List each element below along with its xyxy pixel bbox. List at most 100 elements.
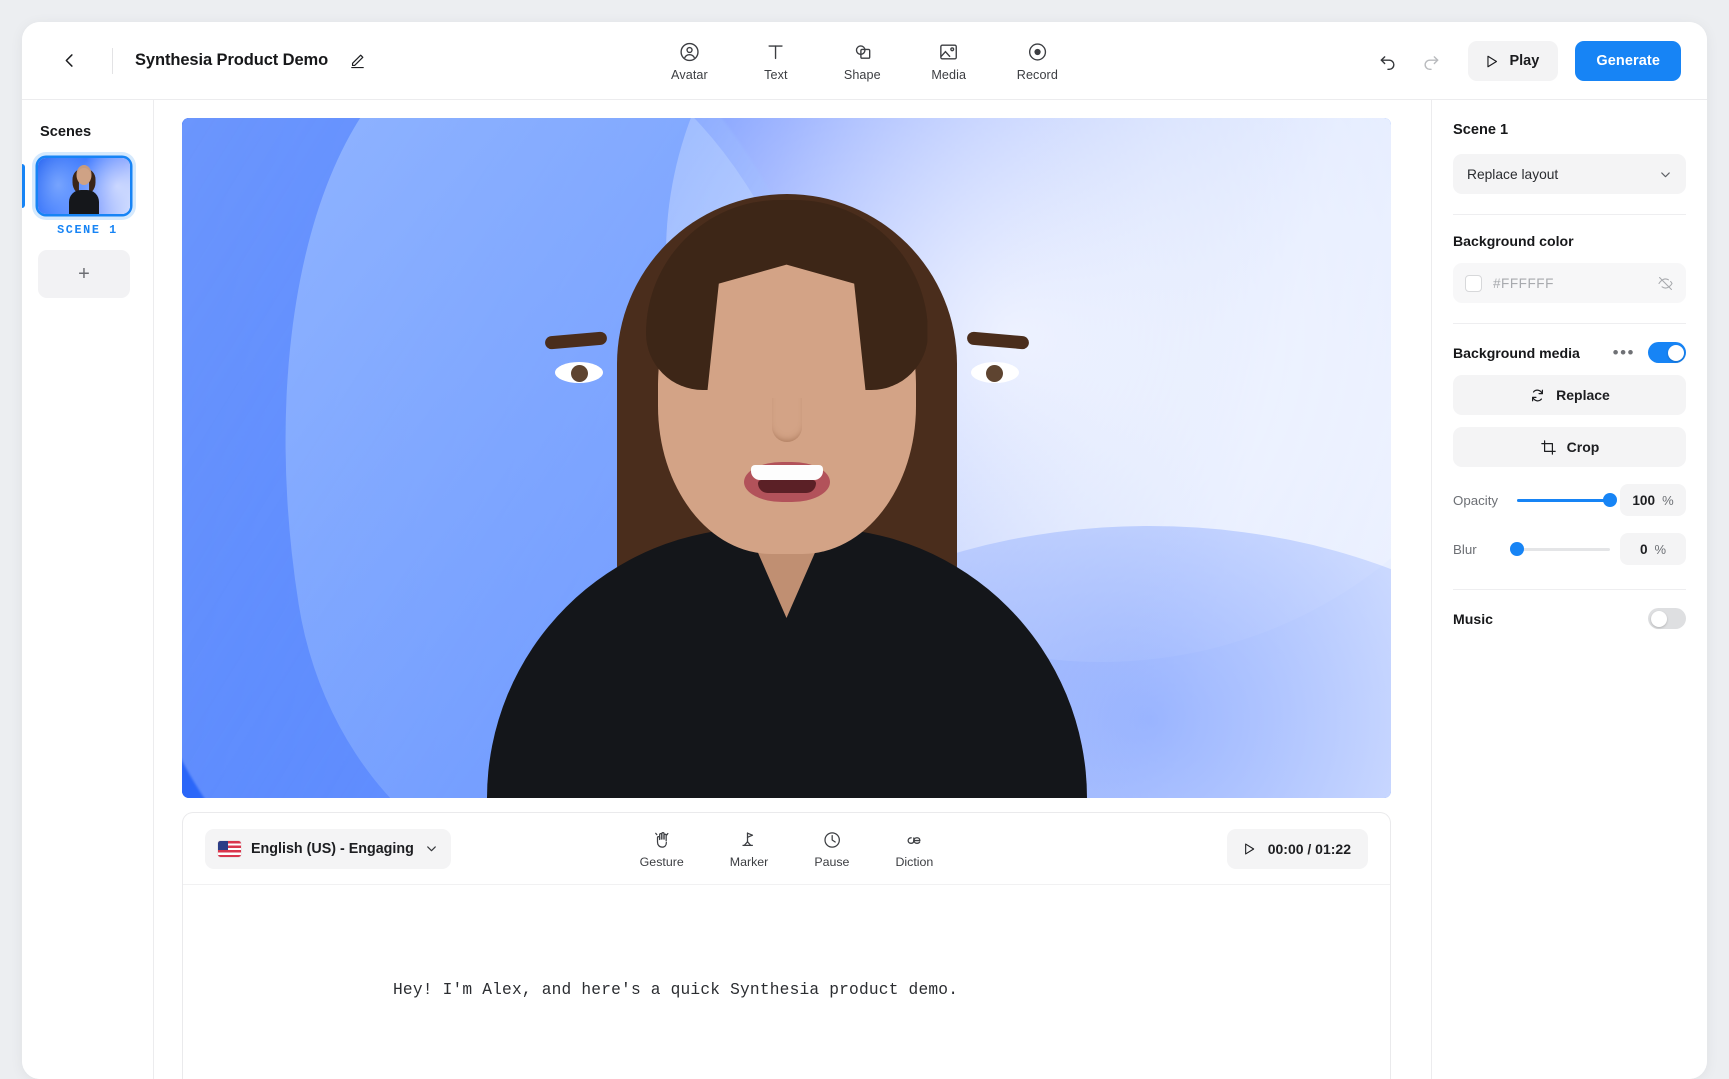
top-toolbar-left: Synthesia Product Demo (22, 44, 372, 78)
script-tool-pause-label: Pause (814, 855, 849, 869)
pencil-icon (349, 52, 366, 69)
background-media-label: Background media (1453, 345, 1613, 361)
chevron-down-icon (424, 841, 439, 856)
media-icon (938, 40, 960, 63)
undo-button[interactable] (1370, 43, 1406, 79)
script-tool-gesture-label: Gesture (640, 855, 684, 869)
gesture-hand-icon (652, 829, 672, 851)
opacity-label: Opacity (1453, 493, 1507, 508)
script-paragraph-1: Hey! I'm Alex, and here's a quick Synthe… (393, 975, 1338, 1005)
text-icon (765, 40, 787, 63)
opacity-unit: % (1662, 493, 1674, 508)
clock-pause-icon (822, 829, 842, 851)
tool-shape[interactable]: Shape (836, 36, 889, 86)
redo-button[interactable] (1413, 43, 1449, 79)
divider (1453, 589, 1686, 590)
scene-selected-indicator (22, 164, 25, 208)
tool-record[interactable]: Record (1009, 36, 1066, 86)
language-selector-label: English (US) - Engaging (251, 841, 414, 857)
blur-unit: % (1655, 542, 1667, 557)
music-row: Music (1453, 608, 1686, 629)
opacity-value-field[interactable]: 100 % (1620, 484, 1686, 516)
replace-layout-value: Replace layout (1467, 167, 1558, 182)
scene-label: SCENE 1 (38, 223, 137, 237)
replace-media-label: Replace (1556, 387, 1610, 403)
edit-title-button[interactable] (342, 46, 372, 76)
top-toolbar-right: Play Generate (1370, 22, 1681, 100)
top-toolbar: Synthesia Product Demo Avatar Text (22, 22, 1707, 100)
blur-label: Blur (1453, 542, 1507, 557)
divider (1453, 323, 1686, 324)
opacity-slider-handle[interactable] (1603, 493, 1617, 507)
crop-media-label: Crop (1567, 439, 1600, 455)
video-preview-canvas[interactable] (182, 118, 1391, 798)
back-button[interactable] (52, 44, 86, 78)
script-tool-pause[interactable]: Pause (807, 826, 856, 872)
scene-list-item[interactable]: SCENE 1 (38, 158, 137, 237)
crop-icon (1540, 439, 1557, 456)
scenes-sidebar: Scenes SCENE 1 + (22, 100, 154, 1079)
script-panel: English (US) - Engaging Gesture Marker (182, 812, 1391, 1079)
blur-control: Blur 0 % (1453, 533, 1686, 565)
eye-off-icon[interactable] (1657, 275, 1674, 292)
tool-text[interactable]: Text (750, 36, 802, 86)
project-title: Synthesia Product Demo (135, 51, 328, 70)
generate-button[interactable]: Generate (1575, 41, 1681, 81)
chevron-left-icon (60, 51, 79, 70)
blur-value-field[interactable]: 0 % (1620, 533, 1686, 565)
script-tool-diction-label: Diction (895, 855, 933, 869)
top-toolbar-tools: Avatar Text Shape Media (663, 22, 1066, 100)
scene-properties-title: Scene 1 (1453, 122, 1686, 138)
undo-icon (1378, 51, 1398, 71)
script-text-area[interactable]: Hey! I'm Alex, and here's a quick Synthe… (393, 915, 1338, 1079)
tool-media[interactable]: Media (923, 36, 975, 86)
opacity-control: Opacity 100 % (1453, 484, 1686, 516)
background-media-header: Background media ••• (1453, 342, 1686, 363)
script-tool-marker[interactable]: Marker (723, 826, 776, 872)
script-tool-gesture[interactable]: Gesture (633, 826, 691, 872)
add-scene-button[interactable]: + (38, 250, 130, 298)
divider (112, 48, 113, 74)
tool-avatar-label: Avatar (671, 68, 708, 82)
blur-slider[interactable] (1517, 548, 1610, 551)
ai-avatar-alex[interactable] (487, 166, 1087, 798)
us-flag-icon (218, 841, 241, 857)
tool-avatar[interactable]: Avatar (663, 36, 716, 86)
scene-properties-panel: Scene 1 Replace layout Background color … (1431, 100, 1707, 1079)
synthesia-editor-window: Synthesia Product Demo Avatar Text (22, 22, 1707, 1079)
avatar-icon (678, 40, 700, 63)
scene-thumbnail-avatar (69, 165, 99, 214)
script-tool-diction[interactable]: Diction (888, 826, 940, 872)
script-toolbar: English (US) - Engaging Gesture Marker (183, 813, 1390, 885)
crop-media-button[interactable]: Crop (1453, 427, 1686, 467)
timecode-display[interactable]: 00:00 / 01:22 (1227, 829, 1368, 869)
marker-flag-icon (739, 829, 759, 851)
background-color-field[interactable]: #FFFFFF (1453, 263, 1686, 303)
background-color-label: Background color (1453, 233, 1686, 249)
background-media-toggle[interactable] (1648, 342, 1686, 363)
background-color-value: #FFFFFF (1493, 276, 1646, 291)
redo-icon (1421, 51, 1441, 71)
play-button-label: Play (1509, 53, 1539, 69)
replace-layout-select[interactable]: Replace layout (1453, 154, 1686, 194)
tool-media-label: Media (931, 68, 966, 82)
tool-shape-label: Shape (844, 68, 881, 82)
play-triangle-icon (1241, 841, 1257, 857)
music-toggle[interactable] (1648, 608, 1686, 629)
play-button[interactable]: Play (1468, 41, 1558, 81)
music-label: Music (1453, 611, 1648, 627)
scene-thumbnail[interactable] (38, 158, 130, 214)
language-selector[interactable]: English (US) - Engaging (205, 829, 451, 869)
refresh-icon (1529, 387, 1546, 404)
opacity-slider[interactable] (1517, 499, 1610, 502)
record-icon (1026, 40, 1048, 63)
replace-media-button[interactable]: Replace (1453, 375, 1686, 415)
ellipsis-icon[interactable]: ••• (1613, 348, 1635, 358)
script-editor[interactable]: Hey! I'm Alex, and here's a quick Synthe… (183, 885, 1390, 1079)
blur-slider-handle[interactable] (1510, 542, 1524, 556)
color-swatch[interactable] (1465, 275, 1482, 292)
chevron-down-icon (1658, 167, 1673, 182)
scenes-panel-title: Scenes (38, 124, 137, 140)
tool-text-label: Text (764, 68, 788, 82)
diction-ae-icon (903, 829, 925, 851)
